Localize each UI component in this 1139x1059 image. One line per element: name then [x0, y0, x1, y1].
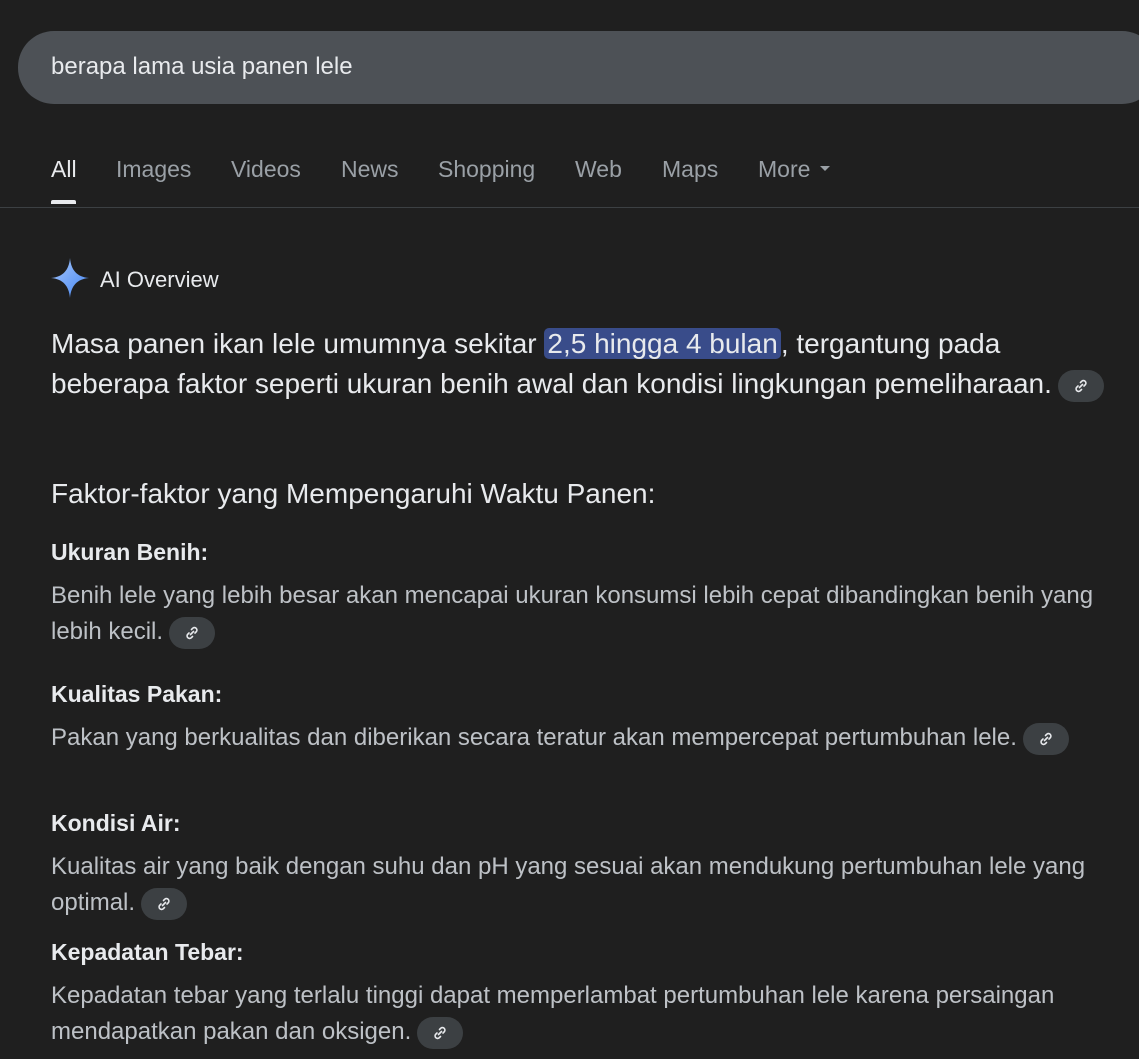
- factor-title: Kualitas Pakan:: [51, 681, 223, 707]
- source-link-button[interactable]: [1022, 722, 1069, 755]
- factor-description-text: Kepadatan tebar yang terlalu tinggi dapa…: [51, 982, 1055, 1045]
- factor-description: Pakan yang berkualitas dan diberikan sec…: [51, 720, 1121, 756]
- factor-title: Kepadatan Tebar:: [51, 939, 244, 965]
- tab-images[interactable]: Images: [116, 156, 191, 183]
- tab-news[interactable]: News: [341, 156, 399, 183]
- factors-heading: Faktor-faktor yang Mempengaruhi Waktu Pa…: [51, 478, 656, 509]
- tab-maps[interactable]: Maps: [662, 156, 718, 183]
- link-icon: [158, 897, 170, 910]
- active-tab-indicator: [51, 200, 76, 204]
- factor-description-text: Kualitas air yang baik dengan suhu dan p…: [51, 853, 1086, 916]
- ai-overview-title: AI Overview: [100, 267, 219, 292]
- link-icon: [186, 626, 198, 639]
- link-icon: [434, 1026, 446, 1039]
- tab-shopping[interactable]: Shopping: [438, 156, 535, 183]
- search-input[interactable]: berapa lama usia panen lele: [51, 53, 353, 81]
- tab-more-label: More: [758, 156, 811, 182]
- source-link-button[interactable]: [417, 1016, 464, 1049]
- link-icon: [1040, 732, 1052, 745]
- factor-description-text: Pakan yang berkualitas dan diberikan sec…: [51, 724, 1017, 751]
- sparkle-icon: [51, 258, 89, 298]
- search-results-page: berapa lama usia panen lele All Images V…: [0, 0, 1139, 1059]
- source-link-button[interactable]: [169, 616, 216, 649]
- factor-description: Kepadatan tebar yang terlalu tinggi dapa…: [51, 978, 1121, 1050]
- factor-description: Benih lele yang lebih besar akan mencapa…: [51, 578, 1121, 650]
- factor-title: Kondisi Air:: [51, 810, 181, 836]
- summary-text-start: Masa panen ikan lele umumnya sekitar: [51, 328, 545, 359]
- factor-title: Ukuran Benih:: [51, 539, 209, 565]
- summary-highlight: 2,5 hingga 4 bulan: [544, 328, 781, 359]
- tab-more[interactable]: More: [758, 156, 831, 183]
- factor-description: Kualitas air yang baik dengan suhu dan p…: [51, 849, 1121, 921]
- source-link-button[interactable]: [141, 887, 188, 920]
- link-icon: [1075, 379, 1087, 392]
- search-tabs: All Images Videos News Shopping Web Maps…: [0, 140, 1139, 208]
- search-bar[interactable]: berapa lama usia panen lele: [18, 31, 1139, 104]
- tab-web[interactable]: Web: [575, 156, 622, 183]
- tab-all[interactable]: All: [51, 156, 77, 183]
- source-link-button[interactable]: [1057, 369, 1104, 402]
- chevron-down-icon: [820, 166, 831, 172]
- tab-videos[interactable]: Videos: [231, 156, 301, 183]
- ai-overview-summary: Masa panen ikan lele umumnya sekitar 2,5…: [51, 324, 1111, 404]
